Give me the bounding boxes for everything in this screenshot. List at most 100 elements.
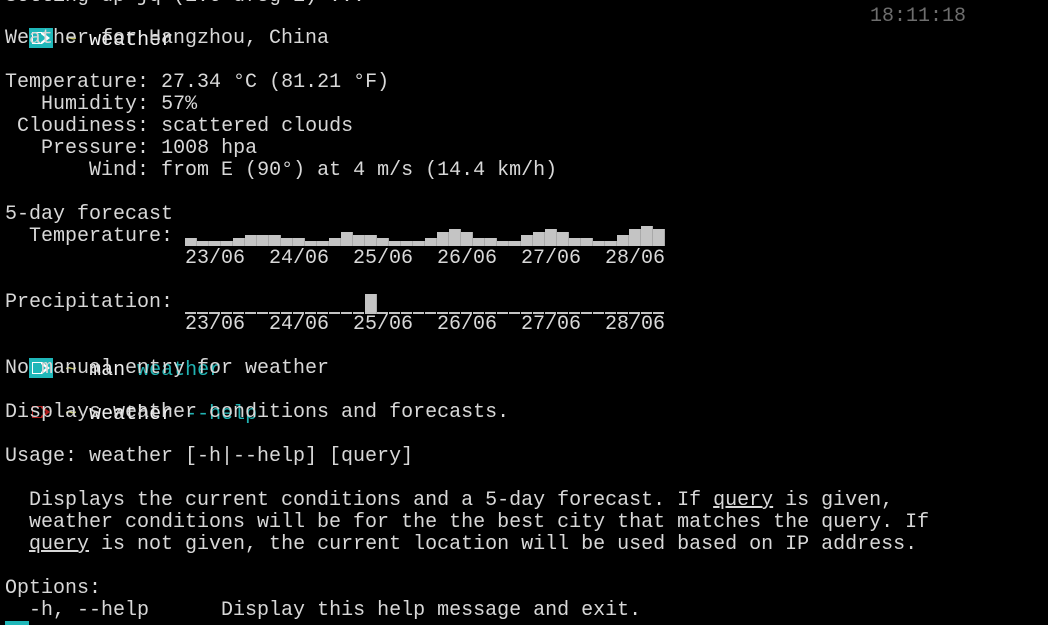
- temperature-bar: [197, 241, 209, 246]
- current-temperature: Temperature: 27.34 °C (81.21 °F): [5, 72, 389, 94]
- query-term: query: [713, 489, 774, 512]
- value: from E (90°) at 4 m/s (14.4 km/h): [161, 159, 558, 182]
- temperature-bar: [245, 235, 257, 246]
- help-usage: Usage: weather [-h|--help] [query]: [5, 445, 414, 468]
- option-description: Display this help message and exit.: [221, 599, 642, 622]
- prompt-line-man: ~ man weather: [5, 336, 221, 382]
- temperature-chart-label: Temperature:: [5, 226, 173, 248]
- value: 1008 hpa: [161, 137, 258, 160]
- current-humidity: Humidity: 57%: [5, 94, 197, 116]
- temperature-bar: [209, 241, 221, 246]
- query-term: query: [29, 533, 90, 556]
- value: 27.34 °C (81.21 °F): [161, 71, 390, 94]
- clock: 18:11:18: [870, 5, 967, 28]
- precipitation-bar: [245, 312, 257, 314]
- temperature-bar: [317, 241, 329, 246]
- precipitation-bar: [581, 312, 593, 314]
- temperature-bar: [257, 235, 269, 246]
- text: Displays the current conditions and a 5-…: [5, 489, 714, 512]
- terminal-cursor: [5, 621, 29, 625]
- precipitation-bar: [497, 312, 509, 314]
- temperature-bar: [605, 241, 617, 246]
- temperature-bar: [557, 232, 569, 246]
- help-summary: Displays weather conditions and forecast…: [5, 401, 510, 424]
- temperature-bar: [401, 241, 413, 246]
- weather-header: Weather for Hangzhou, China: [5, 27, 330, 50]
- temperature-bar: [569, 238, 581, 246]
- temperature-bar: [461, 232, 473, 246]
- text: is given,: [773, 489, 894, 512]
- current-wind: Wind: from E (90°) at 4 m/s (14.4 km/h): [5, 160, 557, 182]
- man-output: No manual entry for weather: [5, 357, 330, 380]
- precipitation-date-tick: 27/06: [521, 313, 582, 336]
- value: 57%: [161, 93, 198, 116]
- current-cloudiness: Cloudiness: scattered clouds: [5, 116, 353, 138]
- value: scattered clouds: [161, 115, 354, 138]
- precipitation-bar: [425, 312, 437, 314]
- precipitation-bar: [509, 312, 521, 314]
- current-pressure: Pressure: 1008 hpa: [5, 138, 257, 160]
- temperature-date-tick: 25/06: [353, 247, 414, 270]
- temperature-bar: [413, 241, 425, 246]
- temperature-bar: [185, 238, 197, 246]
- precipitation-bar: [257, 312, 269, 314]
- text: is not given, the current location will …: [89, 533, 918, 556]
- label: Temperature:: [5, 71, 150, 94]
- help-description-line-3: query is not given, the current location…: [5, 534, 917, 556]
- temperature-bar: [509, 241, 521, 246]
- temperature-bar: [653, 229, 665, 246]
- temperature-bar: [353, 235, 365, 246]
- precipitation-bar: [593, 312, 605, 314]
- temperature-bar: [437, 232, 449, 246]
- temperature-date-tick: 26/06: [437, 247, 498, 270]
- temperature-bar: [473, 238, 485, 246]
- precipitation-date-tick: 26/06: [437, 313, 498, 336]
- temperature-bar: [281, 238, 293, 246]
- temperature-bar: [365, 235, 377, 246]
- temperature-bar: [449, 229, 461, 246]
- temperature-bar: [581, 238, 593, 246]
- temperature-bar: [521, 235, 533, 246]
- temperature-bar: [641, 226, 653, 246]
- temperature-bar: [305, 241, 317, 246]
- label: Humidity:: [41, 93, 150, 116]
- temperature-bar: [593, 241, 605, 246]
- label: Pressure:: [41, 137, 150, 160]
- temperature-bar: [425, 238, 437, 246]
- temperature-bar: [233, 238, 245, 246]
- temperature-bar: [221, 241, 233, 246]
- precipitation-date-tick: 24/06: [269, 313, 330, 336]
- precipitation-bar: [413, 312, 425, 314]
- label: Cloudiness:: [17, 115, 150, 138]
- temperature-date-tick: 24/06: [269, 247, 330, 270]
- temperature-bar: [269, 235, 281, 246]
- precipitation-date-tick: 28/06: [605, 313, 666, 336]
- temperature-date-tick: 27/06: [521, 247, 582, 270]
- temperature-bar: [617, 235, 629, 246]
- prompt-line-weather: ~ weather: [5, 6, 173, 52]
- temperature-date-tick: 23/06: [185, 247, 246, 270]
- help-description-line-2: weather conditions will be for the the b…: [5, 511, 930, 534]
- temperature-bar: [293, 238, 305, 246]
- temperature-date-tick: 28/06: [605, 247, 666, 270]
- temperature-bar: [329, 238, 341, 246]
- temperature-bar: [629, 229, 641, 246]
- help-description-line-1: Displays the current conditions and a 5-…: [5, 490, 893, 512]
- temperature-bar: [389, 241, 401, 246]
- precipitation-date-tick: 23/06: [185, 313, 246, 336]
- temperature-bar: [533, 232, 545, 246]
- precipitation-bar: [341, 312, 353, 314]
- prompt-line-help: ~ weather --help: [5, 380, 257, 426]
- precipitation-bar: [329, 312, 341, 314]
- precipitation-date-tick: 25/06: [353, 313, 414, 336]
- label: Temperature:: [29, 225, 174, 248]
- help-options-title: Options:: [5, 577, 102, 600]
- temperature-bar: [485, 238, 497, 246]
- precipitation-chart: [185, 290, 665, 314]
- precipitation-bar: [365, 294, 377, 314]
- option-flag: -h, --help: [5, 599, 150, 622]
- help-option-row: -h, --help Display this help message and…: [5, 600, 641, 622]
- precipitation-chart-label: Precipitation:: [5, 291, 174, 314]
- temperature-bar: [545, 229, 557, 246]
